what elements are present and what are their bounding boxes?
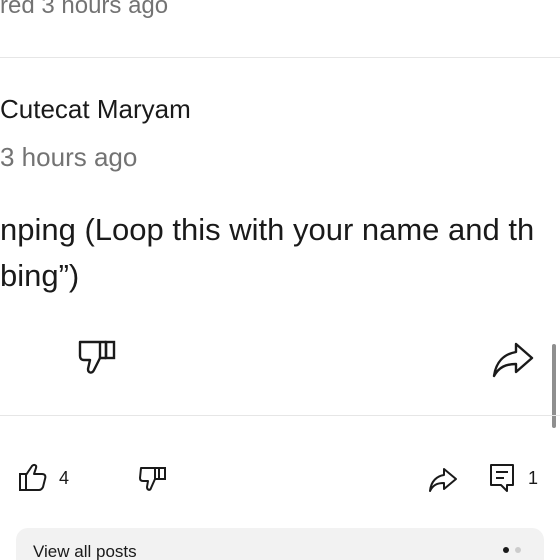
post-share-icon[interactable] (428, 466, 458, 494)
comment-share-icon[interactable] (492, 340, 536, 380)
post-like-count: 4 (59, 468, 70, 488)
comment-timestamp: 3 hours ago (0, 142, 138, 172)
post-dislike-icon[interactable] (139, 466, 167, 494)
comment-dislike-icon[interactable] (78, 340, 118, 380)
post-comment-count: 1 (528, 468, 539, 488)
comment-text-line-1: nping (Loop this with your name and th (0, 212, 535, 247)
carousel-dot-active (503, 547, 509, 553)
comments-bottom-divider (0, 415, 560, 416)
previous-comment-time: red 3 hours ago (0, 0, 169, 19)
comment-text-line-2: bing”) (0, 258, 80, 293)
comment-author-name[interactable]: Cutecat Maryam (0, 94, 191, 125)
view-all-posts-label: View all posts (33, 542, 137, 560)
comment-divider (0, 57, 560, 58)
post-comments-icon[interactable] (489, 463, 517, 493)
view-all-posts-button[interactable]: View all posts (16, 528, 544, 560)
carousel-dot-inactive (515, 547, 521, 553)
post-like-icon[interactable] (18, 463, 48, 493)
